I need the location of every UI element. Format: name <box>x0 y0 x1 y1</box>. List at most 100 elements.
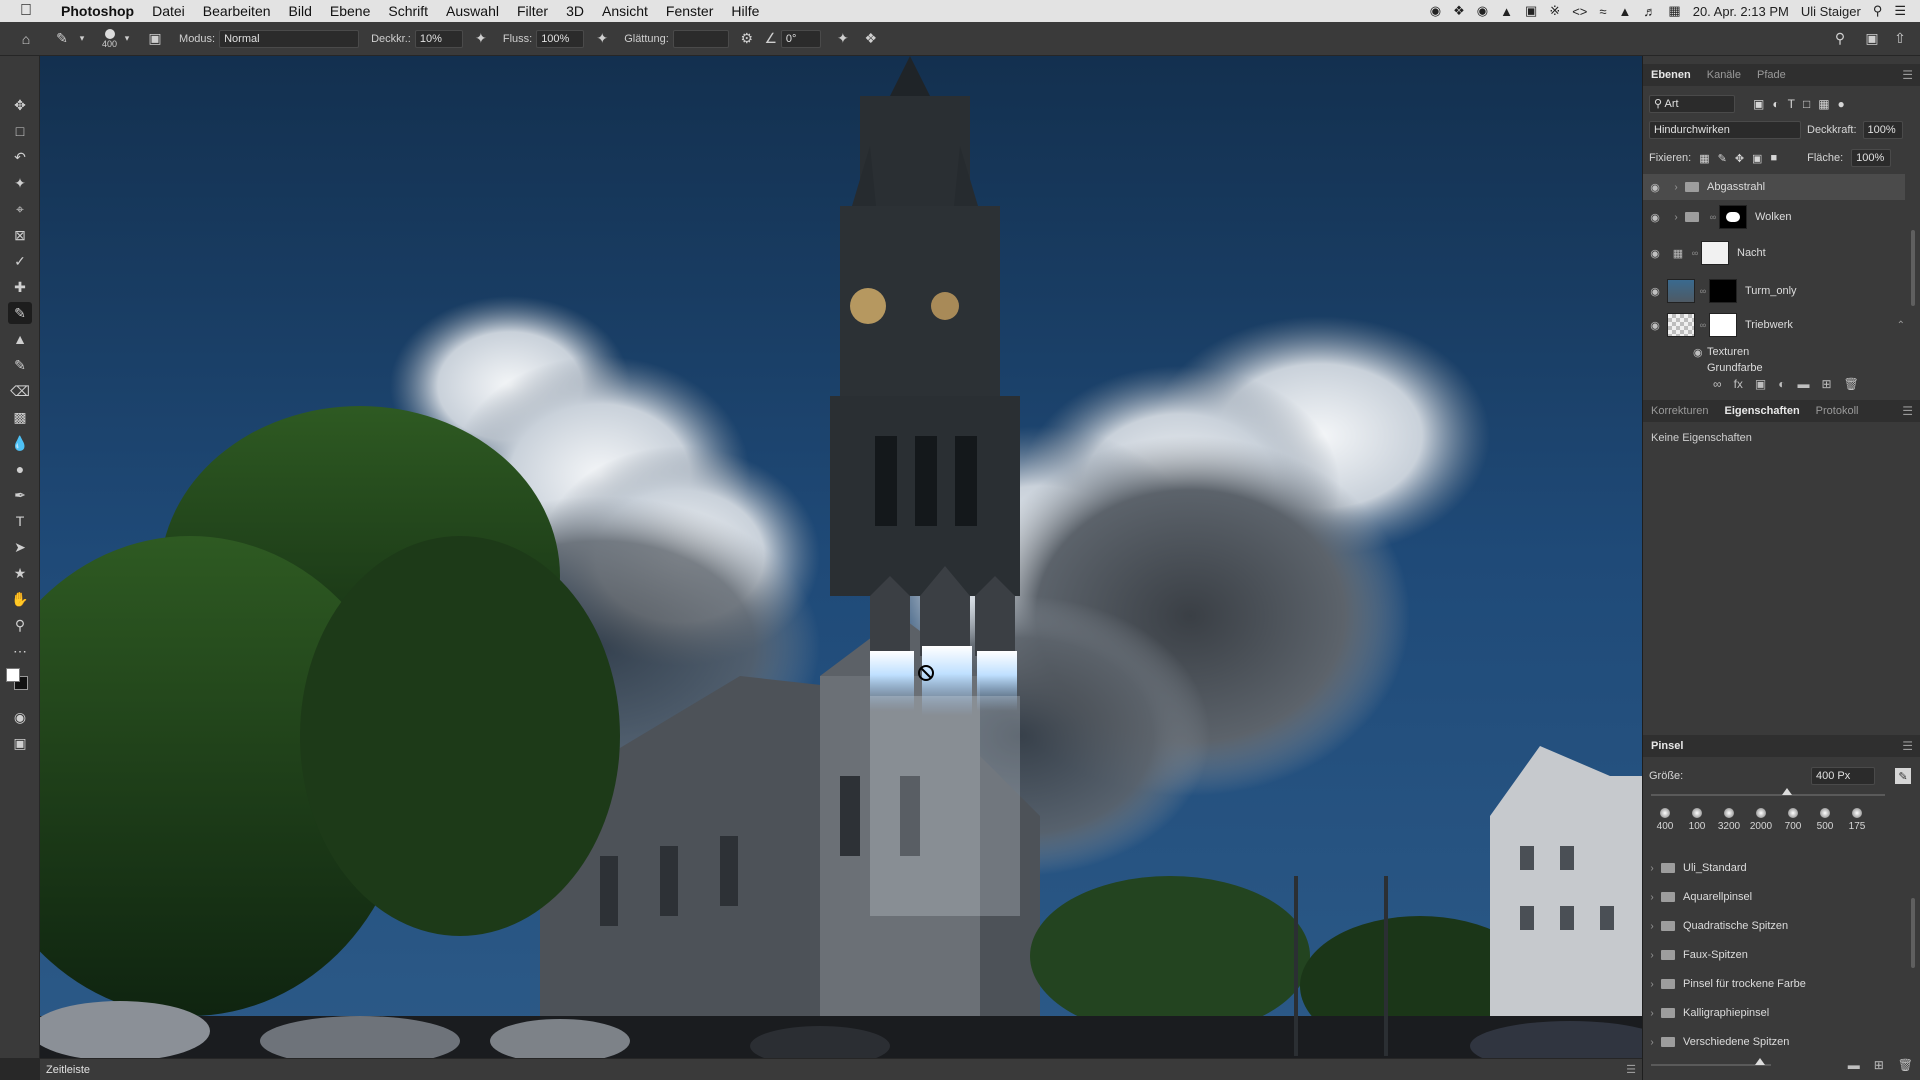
brush-preset[interactable]: 500 <box>1809 808 1841 842</box>
symmetry-icon[interactable]: ❖ <box>861 29 881 49</box>
tab-protokoll[interactable]: Protokoll <box>1808 405 1867 417</box>
layer-thumbnail[interactable] <box>1667 313 1695 337</box>
stamp-tool-icon[interactable]: ▲ <box>8 328 32 350</box>
eye-icon[interactable]: ◉ <box>1643 211 1667 224</box>
link-icon[interactable]: ∞ <box>1689 248 1701 258</box>
menu-ansicht[interactable]: Ansicht <box>593 3 657 19</box>
brush-preset[interactable]: 400 <box>1649 808 1681 842</box>
chevron-down-icon[interactable]: ▾ <box>72 29 92 49</box>
blend-mode-select[interactable]: Hindurchwirken <box>1649 121 1801 139</box>
eye-icon[interactable]: ◉ <box>1643 285 1667 298</box>
brush-preview-size-slider[interactable] <box>1651 1058 1771 1066</box>
layer-row-nacht[interactable]: ◉ ▦ ∞ Nacht <box>1643 236 1905 270</box>
color-swatches[interactable] <box>6 668 28 690</box>
apple-menu-icon[interactable]:  <box>0 2 52 20</box>
filter-smart-icon[interactable]: ▦ <box>1818 97 1829 111</box>
pressure-size-icon[interactable]: ✦ <box>833 29 853 49</box>
brush-preset[interactable]: 175 <box>1841 808 1873 842</box>
eye-icon[interactable]: ◉ <box>1643 319 1667 332</box>
opacity-field[interactable]: 10% <box>414 29 463 48</box>
blur-tool-icon[interactable]: 💧 <box>8 432 32 454</box>
brush-folder-kalligraphiepinsel[interactable]: › Kalligraphiepinsel <box>1643 1001 1905 1025</box>
link-icon[interactable]: ∞ <box>1707 212 1719 222</box>
chevron-right-icon[interactable]: › <box>1643 863 1661 874</box>
keyboard-icon[interactable]: ▦ <box>1668 3 1680 19</box>
slider-thumb[interactable] <box>1755 1058 1765 1065</box>
layer-row-wolken[interactable]: ◉ › ∞ Wolken <box>1643 202 1905 232</box>
creative-cloud-icon[interactable]: ◉ <box>1477 3 1488 19</box>
app-s-icon[interactable]: ▣ <box>1525 3 1537 19</box>
new-group-icon[interactable]: ▬ <box>1798 377 1810 395</box>
trash-icon[interactable]: 🗑 <box>1844 377 1859 395</box>
layers-scrollbar[interactable] <box>1911 230 1915 306</box>
brush-tool-icon[interactable]: ✎ <box>52 29 72 49</box>
brush-folder-uli-standard[interactable]: › Uli_Standard <box>1643 856 1905 880</box>
menu-schrift[interactable]: Schrift <box>379 3 437 19</box>
layer-row-turm-only[interactable]: ◉ ∞ Turm_only <box>1643 274 1905 308</box>
new-brush-preset-icon[interactable]: ⊞ <box>1874 1058 1884 1072</box>
clock-text[interactable]: 20. Apr. 2:13 PM <box>1693 4 1789 19</box>
smoothing-field[interactable] <box>672 29 729 48</box>
layer-opacity-field[interactable]: 100% <box>1862 121 1903 139</box>
history-brush-icon[interactable]: ✎ <box>8 354 32 376</box>
angle-field[interactable]: 0° <box>780 29 821 48</box>
bell-icon[interactable]: ▲ <box>1500 4 1513 19</box>
user-name[interactable]: Uli Staiger <box>1801 4 1861 19</box>
link-icon[interactable]: ∞ <box>1697 320 1709 330</box>
lock-transparent-icon[interactable]: ▦ <box>1699 152 1709 165</box>
panel-menu-icon[interactable]: ☰ <box>1626 1063 1642 1076</box>
brush-preset[interactable]: 700 <box>1777 808 1809 842</box>
chevron-right-icon[interactable]: › <box>1643 1008 1661 1019</box>
adjustment-layer-icon[interactable]: ◐ <box>1778 377 1785 395</box>
spotlight-icon[interactable]: ⚲ <box>1873 3 1883 19</box>
brush-preset[interactable]: 3200 <box>1713 808 1745 842</box>
zoom-tool-icon[interactable]: ⚲ <box>8 614 32 636</box>
menu-bild[interactable]: Bild <box>280 3 321 19</box>
gear-icon[interactable]: ⚙ <box>737 29 757 49</box>
filter-type-icon[interactable]: T <box>1788 97 1795 111</box>
fx-icon[interactable]: fx <box>1734 377 1743 395</box>
panel-menu-icon[interactable]: ☰ <box>1902 68 1920 82</box>
brush-size-picker[interactable]: 400 <box>102 28 117 49</box>
menu-3d[interactable]: 3D <box>557 3 593 19</box>
brush-settings-icon[interactable]: ▣ <box>145 29 165 49</box>
brush-folder-faux-spitzen[interactable]: › Faux-Spitzen <box>1643 943 1905 967</box>
chevron-right-icon[interactable]: › <box>1643 892 1661 903</box>
search-icon[interactable]: ⚲ <box>1830 29 1850 49</box>
dropbox-icon[interactable]: ❖ <box>1453 3 1465 19</box>
chevron-right-icon[interactable]: › <box>1667 182 1685 193</box>
tab-kanaele[interactable]: Kanäle <box>1699 69 1749 81</box>
filter-pixel-icon[interactable]: ▣ <box>1753 97 1764 111</box>
brush-preset[interactable]: 2000 <box>1745 808 1777 842</box>
lock-position-icon[interactable]: ✥ <box>1735 152 1744 165</box>
menu-auswahl[interactable]: Auswahl <box>437 3 508 19</box>
home-icon[interactable]: ⌂ <box>16 29 36 49</box>
menu-hilfe[interactable]: Hilfe <box>722 3 768 19</box>
tab-korrekturen[interactable]: Korrekturen <box>1643 405 1716 417</box>
filter-adjust-icon[interactable]: ◐ <box>1772 97 1779 111</box>
layer-row-abgasstrahl[interactable]: ◉ › Abgasstrahl <box>1643 174 1905 200</box>
lock-pixels-icon[interactable]: ✎ <box>1718 152 1727 165</box>
record-icon[interactable]: ◉ <box>1430 3 1441 19</box>
eraser-icon[interactable]: ⌫ <box>8 380 32 402</box>
airplay-icon[interactable]: ▲ <box>1619 4 1632 19</box>
flow-field[interactable]: 100% <box>536 29 585 48</box>
airbrush-icon[interactable]: ✦ <box>592 29 612 49</box>
new-brush-icon[interactable]: ✎ <box>1895 768 1911 784</box>
menu-fenster[interactable]: Fenster <box>657 3 722 19</box>
quick-mask-icon[interactable]: ◉ <box>8 706 32 728</box>
more-tools-icon[interactable]: ⋯ <box>8 640 32 662</box>
eye-icon[interactable]: ◉ <box>1693 346 1707 359</box>
chevron-right-icon[interactable]: › <box>1643 921 1661 932</box>
shape-tool-icon[interactable]: ★ <box>8 562 32 584</box>
crop-tool-icon[interactable]: ⌖ <box>8 198 32 220</box>
brush-folder-aquarellpinsel[interactable]: › Aquarellpinsel <box>1643 885 1905 909</box>
mode-select[interactable]: Normal <box>219 29 360 48</box>
tab-pfade[interactable]: Pfade <box>1749 69 1794 81</box>
menu-ebene[interactable]: Ebene <box>321 3 379 19</box>
eye-icon[interactable]: ◉ <box>1643 247 1667 260</box>
path-select-icon[interactable]: ➤ <box>8 536 32 558</box>
link-layers-icon[interactable]: ∞ <box>1713 377 1722 395</box>
magic-wand-icon[interactable]: ✦ <box>8 172 32 194</box>
new-layer-icon[interactable]: ⊞ <box>1822 377 1832 395</box>
